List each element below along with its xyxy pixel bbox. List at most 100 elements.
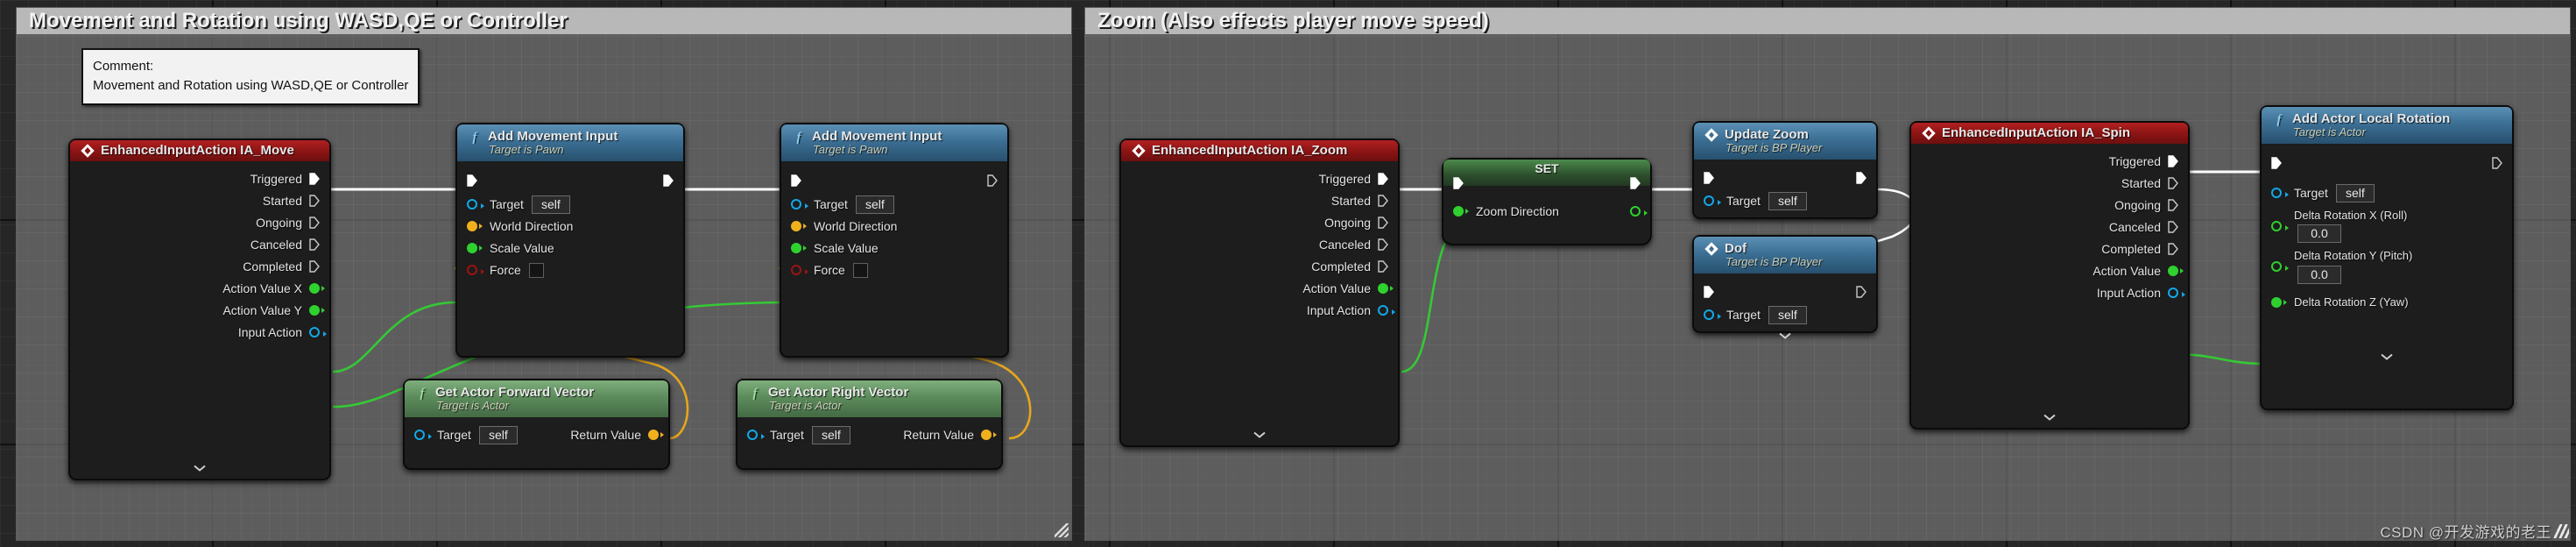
pin-row-started[interactable]: Started (1911, 174, 2188, 193)
data-in-pin-world-direction[interactable] (791, 221, 807, 231)
pin-row-target[interactable]: Target self (1694, 305, 1876, 324)
data-out-pin-return-value[interactable] (648, 430, 664, 440)
data-out-pin-zoom-direction[interactable] (1630, 206, 1648, 217)
data-in-pin-target[interactable] (414, 430, 432, 440)
pin-row-delta-rotation-z[interactable]: Delta Rotation Z (Yaw) (2262, 293, 2512, 312)
pin-row-world-direction[interactable]: World Direction (781, 217, 1007, 236)
target-value-field[interactable]: self (1768, 305, 1807, 324)
data-in-pin-target[interactable] (791, 199, 808, 210)
node-add-actor-local-rotation[interactable]: f Add Actor Local Rotation Target is Act… (2260, 105, 2514, 410)
delta-rotation-y-field[interactable]: 0.0 (2297, 265, 2341, 284)
data-in-pin-force[interactable] (791, 265, 808, 275)
pin-row-target[interactable]: Target self (457, 195, 683, 214)
data-in-pin-target[interactable] (747, 430, 765, 440)
pin-row-action-value-y[interactable]: Action Value Y (70, 301, 329, 320)
exec-out-pin[interactable] (663, 174, 674, 187)
chevron-down-icon[interactable] (1911, 413, 2188, 423)
pin-row-triggered[interactable]: Triggered (70, 169, 329, 188)
exec-out-pin-triggered[interactable] (309, 173, 320, 185)
exec-out-pin[interactable] (1856, 286, 1867, 298)
data-out-pin-return-value[interactable] (981, 430, 997, 440)
chevron-down-icon[interactable] (1694, 331, 1876, 342)
data-in-pin-scale-value[interactable] (791, 243, 807, 253)
exec-row[interactable] (1443, 174, 1650, 193)
force-checkbox[interactable] (528, 262, 544, 278)
pin-row-action-value-x[interactable]: Action Value X (70, 279, 329, 298)
pin-row-canceled[interactable]: Canceled (70, 235, 329, 254)
pin-row-input-action[interactable]: Input Action (1121, 301, 1398, 320)
pin-row-target[interactable]: Target self (781, 195, 1007, 214)
pin-row-triggered[interactable]: Triggered (1911, 152, 2188, 171)
data-in-pin-scale-value[interactable] (467, 243, 483, 253)
exec-in-pin[interactable] (1453, 177, 1464, 189)
exec-out-pin-started[interactable] (1378, 195, 1388, 207)
pin-row-ongoing[interactable]: Ongoing (1121, 213, 1398, 232)
exec-row[interactable] (457, 169, 683, 192)
pin-row-input-action[interactable]: Input Action (70, 323, 329, 342)
exec-out-pin-triggered[interactable] (1378, 173, 1388, 185)
exec-out-pin[interactable] (987, 174, 998, 187)
data-in-pin-target[interactable] (1704, 195, 1721, 206)
pin-row-canceled[interactable]: Canceled (1121, 235, 1398, 254)
data-in-pin-target[interactable] (1704, 309, 1721, 320)
delta-rotation-x-field[interactable]: 0.0 (2297, 224, 2341, 244)
pin-row-triggered[interactable]: Triggered (1121, 169, 1398, 188)
exec-row[interactable] (2262, 152, 2512, 174)
force-checkbox[interactable] (852, 262, 868, 278)
pin-row-target-return[interactable]: Target self Return Value (405, 425, 668, 444)
exec-out-pin[interactable] (2492, 157, 2502, 169)
data-out-pin-action-value[interactable] (1378, 283, 1394, 294)
exec-out-pin-canceled[interactable] (1378, 238, 1388, 251)
data-in-pin-target[interactable] (2271, 188, 2289, 198)
node-add-movement-input-2[interactable]: f Add Movement Input Target is Pawn Targ… (780, 123, 1009, 358)
data-in-pin-force[interactable] (467, 265, 484, 275)
node-dof[interactable]: Dof Target is BP Player Target self (1692, 235, 1878, 339)
exec-out-pin-triggered[interactable] (2168, 155, 2178, 167)
chevron-down-icon[interactable] (2262, 352, 2512, 363)
target-value-field[interactable]: self (2335, 183, 2375, 202)
pin-row-completed[interactable]: Completed (70, 257, 329, 276)
exec-out-pin-completed[interactable] (2168, 243, 2178, 255)
pin-row-target-return[interactable]: Target self Return Value (738, 425, 1001, 444)
pin-row-world-direction[interactable]: World Direction (457, 217, 683, 236)
node-add-movement-input-1[interactable]: f Add Movement Input Target is Pawn Targ… (455, 123, 685, 358)
exec-out-pin-completed[interactable] (1378, 260, 1388, 273)
exec-out-pin[interactable] (1856, 172, 1867, 184)
pin-row-scale-value[interactable]: Scale Value (457, 238, 683, 258)
exec-out-pin-started[interactable] (2168, 177, 2178, 189)
pin-row-delta-rotation-y[interactable]: Delta Rotation Y (Pitch) 0.0 (2262, 249, 2512, 284)
exec-in-pin[interactable] (467, 174, 477, 187)
exec-out-pin-canceled[interactable] (309, 238, 320, 251)
target-value-field[interactable]: self (1768, 191, 1807, 210)
data-out-pin-action-value[interactable] (2168, 266, 2184, 276)
exec-out-pin-ongoing[interactable] (2168, 199, 2178, 211)
exec-out-pin-completed[interactable] (309, 260, 320, 273)
data-out-pin-action-value-y[interactable] (309, 305, 325, 316)
pin-row-completed[interactable]: Completed (1121, 257, 1398, 276)
exec-in-pin[interactable] (2271, 157, 2282, 169)
pin-row-completed[interactable]: Completed (1911, 239, 2188, 259)
node-enhanced-input-action-ia-zoom[interactable]: EnhancedInputAction IA_Zoom Triggered St… (1119, 139, 1400, 447)
node-enhanced-input-action-ia-move[interactable]: EnhancedInputAction IA_Move Triggered St… (68, 139, 331, 480)
exec-in-pin[interactable] (791, 174, 801, 187)
pin-row-force[interactable]: Force (457, 260, 683, 280)
exec-out-pin-started[interactable] (309, 195, 320, 207)
node-get-actor-right-vector[interactable]: f Get Actor Right Vector Target is Actor… (736, 379, 1003, 470)
data-in-pin-zoom-direction[interactable] (1453, 206, 1469, 217)
exec-row[interactable] (781, 169, 1007, 192)
pin-row-ongoing[interactable]: Ongoing (1911, 195, 2188, 215)
pin-row-delta-rotation-x[interactable]: Delta Rotation X (Roll) 0.0 (2262, 209, 2512, 244)
chevron-down-icon[interactable] (1121, 430, 1398, 441)
data-in-pin-world-direction[interactable] (467, 221, 483, 231)
exec-out-pin-ongoing[interactable] (1378, 217, 1388, 229)
node-update-zoom[interactable]: Update Zoom Target is BP Player Target s… (1692, 121, 1878, 219)
pin-row-action-value[interactable]: Action Value (1121, 279, 1398, 298)
pin-row-started[interactable]: Started (70, 191, 329, 210)
pin-row-canceled[interactable]: Canceled (1911, 217, 2188, 237)
target-value-field[interactable]: self (855, 195, 894, 214)
exec-out-pin-ongoing[interactable] (309, 217, 320, 229)
exec-out-pin[interactable] (1630, 177, 1641, 189)
data-in-pin-delta-rotation-y[interactable] (2271, 261, 2289, 273)
blueprint-graph-canvas[interactable]: Movement and Rotation using WASD,QE or C… (0, 0, 2576, 547)
exec-out-pin-canceled[interactable] (2168, 221, 2178, 233)
